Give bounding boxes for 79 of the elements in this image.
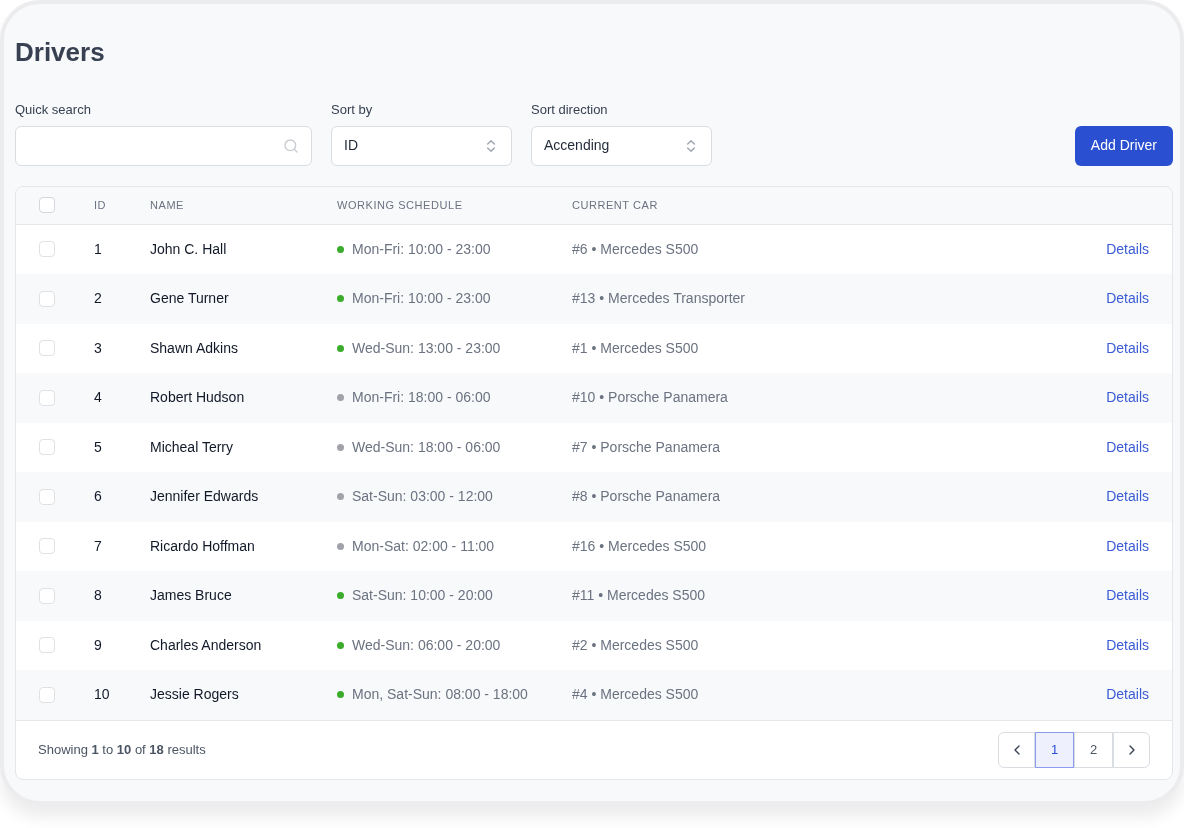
details-link[interactable]: Details — [1106, 288, 1149, 310]
field-label: Sort by — [331, 101, 374, 119]
select-field[interactable]: ID — [331, 125, 512, 166]
add-driver-button[interactable]: Add Driver — [1074, 125, 1173, 166]
details-link[interactable]: Details — [1106, 238, 1149, 260]
search-icon — [283, 137, 299, 154]
table-cell-text: Sat-Sun: 03:00 - 12:00 — [352, 487, 493, 507]
table-cell-text: #16 • Mercedes S500 — [572, 536, 708, 556]
select-field[interactable]: Accending — [531, 125, 712, 166]
details-link[interactable]: Details — [1106, 684, 1149, 706]
table-cell-text: John C. Hall — [150, 239, 228, 259]
checkbox[interactable] — [39, 488, 55, 505]
table-cell-text: #8 • Porsche Panamera — [572, 487, 722, 507]
column-header: ID — [94, 197, 108, 213]
table-cell-text: Mon-Fri: 10:00 - 23:00 — [352, 239, 491, 259]
table-cell-text: 4 — [94, 388, 103, 408]
table-cell-text: James Bruce — [150, 586, 233, 606]
table-cell-text: #7 • Porsche Panamera — [572, 437, 722, 457]
page-button[interactable]: 1 — [1035, 731, 1074, 768]
table-cell-text: Wed-Sun: 18:00 - 06:00 — [352, 437, 501, 457]
results-summary: Showing 1 to 10 of 18 results — [38, 740, 206, 759]
table-cell-text: Robert Hudson — [150, 388, 246, 408]
table-cell-text: Charles Anderson — [150, 635, 263, 655]
table-cell-text: Wed-Sun: 13:00 - 23:00 — [352, 338, 501, 358]
table-cell-text: 1 — [94, 239, 103, 259]
details-link[interactable]: Details — [1106, 585, 1149, 607]
details-link[interactable]: Details — [1106, 634, 1149, 656]
checkbox[interactable] — [39, 389, 55, 406]
previous-page-button[interactable] — [998, 731, 1035, 768]
table-cell-text: Mon-Sat: 02:00 - 11:00 — [352, 536, 495, 556]
table-cell-text: 5 — [94, 437, 103, 457]
checkbox[interactable] — [39, 439, 55, 456]
table-cell-text: #2 • Mercedes S500 — [572, 635, 700, 655]
page-title: Drivers — [15, 36, 106, 69]
checkbox[interactable] — [39, 686, 55, 703]
checkbox[interactable] — [39, 637, 55, 654]
checkbox[interactable] — [39, 290, 55, 307]
details-link[interactable]: Details — [1106, 535, 1149, 557]
checkbox[interactable] — [39, 340, 55, 357]
checkbox[interactable] — [39, 197, 55, 213]
table-cell-text: 8 — [94, 586, 103, 606]
table-cell-text: #13 • Mercedes Transporter — [572, 289, 746, 309]
page-button[interactable]: 2 — [1074, 731, 1113, 768]
checkbox[interactable] — [39, 587, 55, 604]
table-cell-text: 7 — [94, 536, 103, 556]
checkbox[interactable] — [39, 538, 55, 555]
table-cell-text: 3 — [94, 338, 103, 358]
table-cell-text: Sat-Sun: 10:00 - 20:00 — [352, 586, 493, 606]
table-cell-text: Shawn Adkins — [150, 338, 239, 358]
table-cell-text: Jennifer Edwards — [150, 487, 260, 507]
table-cell-text: #6 • Mercedes S500 — [572, 239, 700, 259]
checkbox[interactable] — [39, 241, 55, 258]
details-link[interactable]: Details — [1106, 337, 1149, 359]
column-header: NAME — [150, 197, 185, 213]
table-cell-text: Wed-Sun: 06:00 - 20:00 — [352, 635, 501, 655]
table-cell-text: Ricardo Hoffman — [150, 536, 256, 556]
search-field[interactable] — [15, 125, 312, 166]
table-cell-text: #11 • Mercedes S500 — [572, 586, 707, 606]
table-cell-text: 6 — [94, 487, 103, 507]
column-header: CURRENT CAR — [572, 197, 659, 213]
table-cell-text: #1 • Mercedes S500 — [572, 338, 700, 358]
details-link[interactable]: Details — [1106, 436, 1149, 458]
table-cell-text: 9 — [94, 635, 103, 655]
details-link[interactable]: Details — [1106, 387, 1149, 409]
field-label: Sort direction — [531, 101, 609, 119]
table-cell-text: Micheal Terry — [150, 437, 234, 457]
next-page-button[interactable] — [1113, 731, 1150, 768]
table-cell-text: 2 — [94, 289, 103, 309]
field-label: Quick search — [15, 101, 92, 119]
table-cell-text: 10 — [94, 685, 111, 705]
table-cell-text: Mon, Sat-Sun: 08:00 - 18:00 — [352, 685, 528, 705]
column-header: WORKING SCHEDULE — [337, 197, 464, 213]
table-cell-text: Gene Turner — [150, 289, 230, 309]
table-cell-text: Mon-Fri: 10:00 - 23:00 — [352, 289, 491, 309]
table-cell-text: Jessie Rogers — [150, 685, 240, 705]
table-cell-text: #10 • Porsche Panamera — [572, 388, 729, 408]
table-cell-text: #4 • Mercedes S500 — [572, 685, 700, 705]
details-link[interactable]: Details — [1106, 486, 1149, 508]
table-cell-text: Mon-Fri: 18:00 - 06:00 — [352, 388, 491, 408]
